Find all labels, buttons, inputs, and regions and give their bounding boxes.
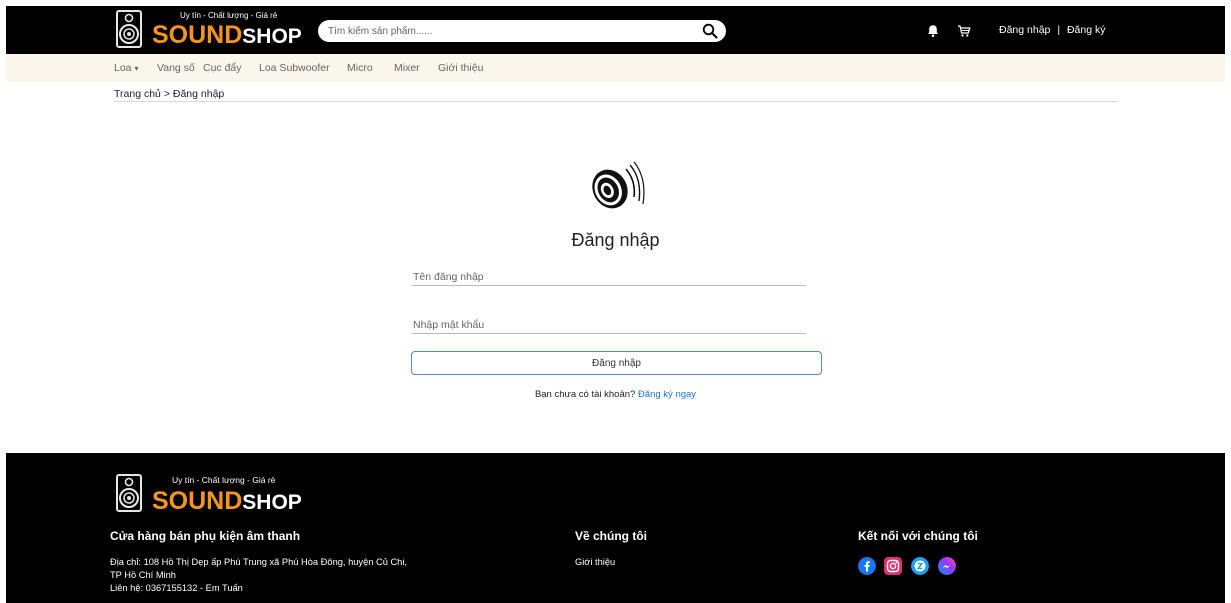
no-account-text: Bạn chưa có tài khoản? xyxy=(534,389,636,400)
nav-item-loa[interactable]: Loa ▾ xyxy=(114,62,138,74)
password-input[interactable] xyxy=(412,316,806,334)
instagram-icon[interactable] xyxy=(884,557,902,575)
signup-link[interactable]: Đăng ký ngay xyxy=(638,389,696,400)
login-button[interactable]: Đăng nhập xyxy=(411,351,822,375)
login-link[interactable]: Đăng nhập xyxy=(999,24,1050,36)
username-input[interactable] xyxy=(412,268,806,286)
speaker-icon xyxy=(592,161,645,209)
connect-heading: Kết nối với chúng tôi xyxy=(858,529,978,543)
nav-item-vang-so[interactable]: Vang số xyxy=(157,62,195,74)
footer-logo-brand-sound: SOUND xyxy=(152,487,243,515)
page: Uy tín - Chất lượng - Giá rẻ SOUNDSHOP Đ… xyxy=(6,6,1225,603)
breadcrumb-home[interactable]: Trang chủ xyxy=(114,88,161,100)
search-bar xyxy=(318,20,726,42)
nav-item-mixer[interactable]: Mixer xyxy=(394,62,420,74)
logo-brand-sound: SOUND xyxy=(152,21,243,49)
zalo-icon[interactable] xyxy=(911,557,929,575)
search-input[interactable] xyxy=(328,23,688,39)
footer-logo-brand-shop: SHOP xyxy=(242,491,302,514)
footer-logo[interactable]: Uy tín - Chất lượng - Giá rẻ SOUNDSHOP xyxy=(116,473,316,515)
about-link[interactable]: Giới thiệu xyxy=(575,556,615,568)
main-nav: Loa ▾ Vang số Cục đẩy Loa Subwoofer Micr… xyxy=(6,54,1225,82)
site-logo[interactable]: Uy tín - Chất lượng - Giá rẻ SOUNDSHOP xyxy=(116,9,316,51)
contact-info: Liên hệ: 0367155132 - Em Tuấn xyxy=(110,583,243,593)
search-icon[interactable] xyxy=(702,23,718,39)
chevron-down-icon: ▾ xyxy=(134,64,139,73)
messenger-icon[interactable] xyxy=(938,557,956,575)
footer-logo-tagline: Uy tín - Chất lượng - Giá rẻ xyxy=(172,475,276,485)
top-header: Uy tín - Chất lượng - Giá rẻ SOUNDSHOP Đ… xyxy=(6,6,1225,54)
breadcrumb-current: Đăng nhập xyxy=(172,88,225,100)
nav-item-micro[interactable]: Micro xyxy=(347,62,373,74)
nav-item-gioi-thieu[interactable]: Giới thiệu xyxy=(438,62,483,74)
breadcrumb: Trang chủ > Đăng nhập xyxy=(114,88,224,100)
store-heading: Cửa hàng bán phụ kiện âm thanh xyxy=(110,529,301,543)
logo-brand-shop: SHOP xyxy=(242,25,302,48)
login-title: Đăng nhập xyxy=(571,230,660,250)
footer-logo-brand: SOUNDSHOP xyxy=(152,487,302,517)
nav-item-loa-subwoofer[interactable]: Loa Subwoofer xyxy=(259,62,330,74)
register-link[interactable]: Đăng ký xyxy=(1067,24,1106,36)
address-line-2: TP Hồ Chí Minh xyxy=(110,570,176,580)
logo-tagline: Uy tín - Chất lượng - Giá rẻ xyxy=(180,11,278,20)
bell-icon[interactable] xyxy=(926,24,940,38)
breadcrumb-separator: > xyxy=(163,88,170,100)
about-heading: Về chúng tôi xyxy=(575,529,647,543)
nav-item-label: Loa xyxy=(114,62,132,74)
footer: Uy tín - Chất lượng - Giá rẻ SOUNDSHOP C… xyxy=(6,453,1225,603)
facebook-icon[interactable] xyxy=(858,557,876,575)
address-line-1: Địa chỉ: 108 Hồ Thị Dẹp ấp Phú Trung xã … xyxy=(110,557,407,567)
breadcrumb-divider xyxy=(114,101,1118,102)
logo-brand: SOUNDSHOP xyxy=(152,21,302,51)
auth-separator: | xyxy=(1057,24,1061,36)
nav-item-cuc-day[interactable]: Cục đẩy xyxy=(203,62,242,74)
speaker-logo-icon xyxy=(116,474,142,512)
speaker-logo-icon xyxy=(116,10,142,48)
signup-prompt: Bạn chưa có tài khoản? Đăng ký ngay xyxy=(6,389,1225,400)
cart-icon[interactable] xyxy=(957,24,971,38)
auth-links: Đăng nhập | Đăng ký xyxy=(999,24,1106,36)
